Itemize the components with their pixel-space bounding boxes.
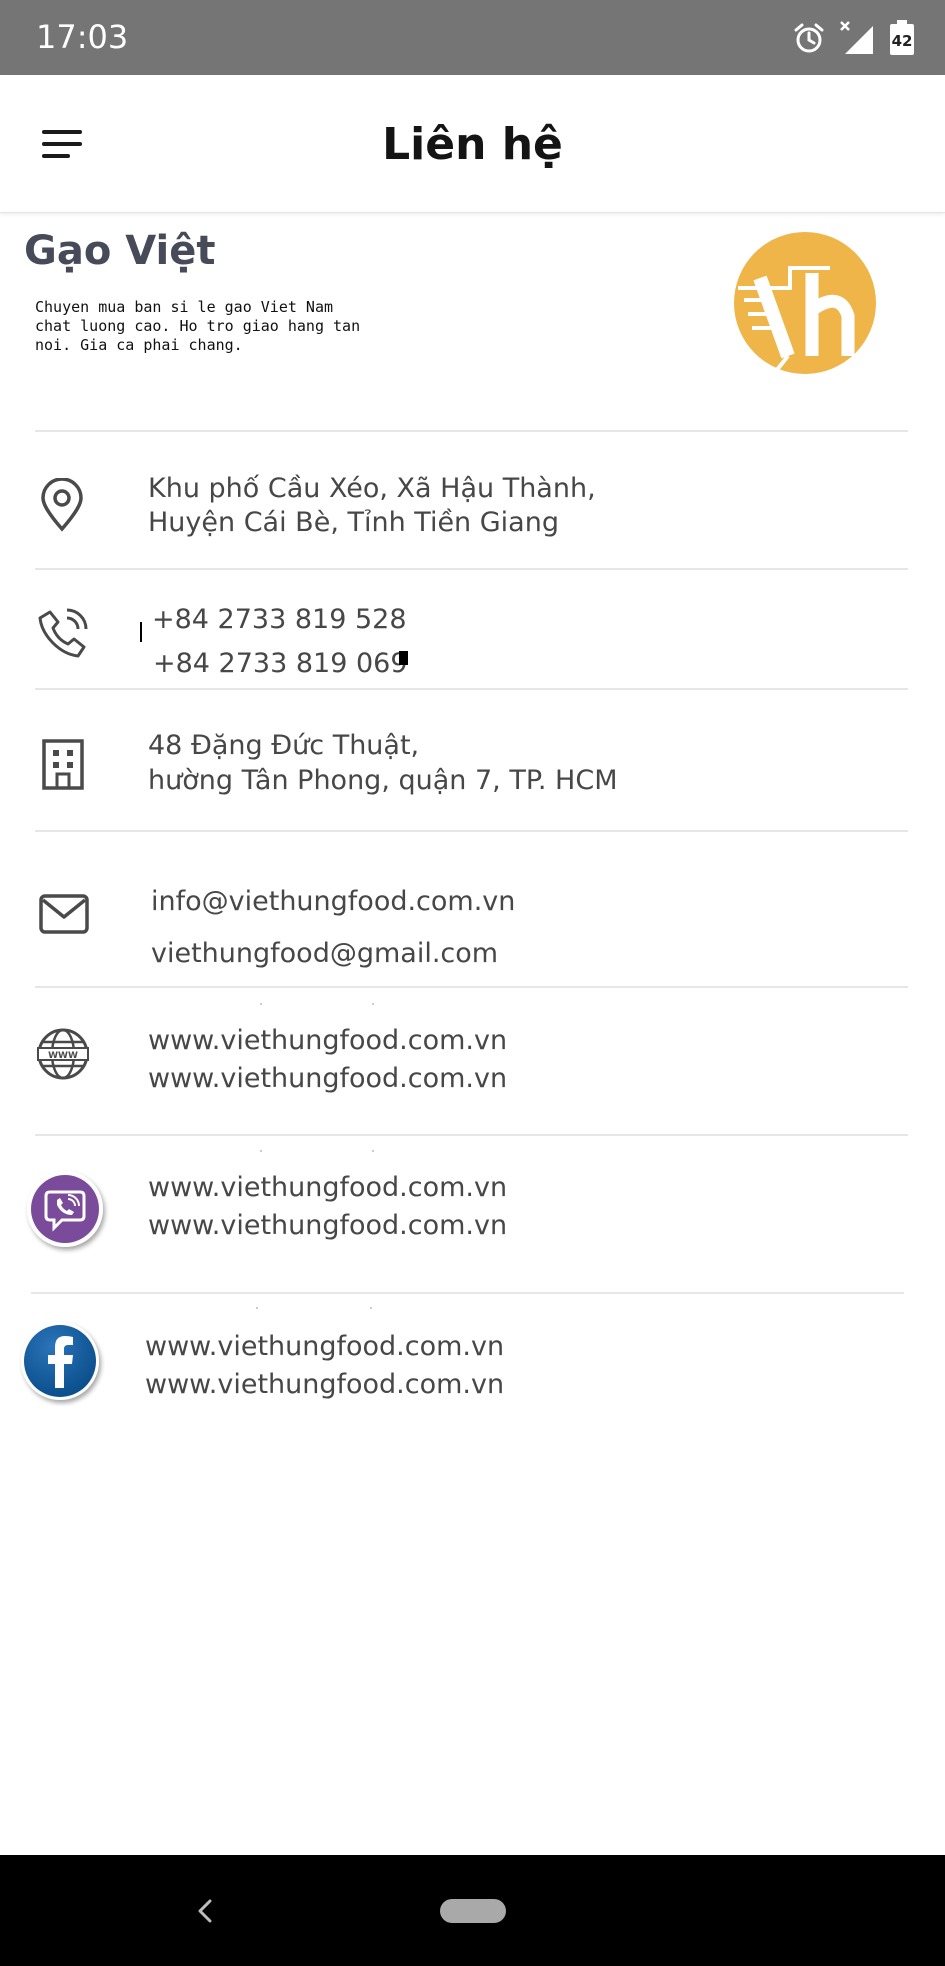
battery-level: 42 (892, 32, 913, 50)
facebook-line-1[interactable]: www.viethungfood.com.vn (145, 1331, 504, 1362)
phone-icon[interactable] (36, 606, 90, 660)
status-bar: 17:03 42 (0, 0, 945, 75)
address-line-1: Khu phố Cầu Xéo, Xã Hậu Thành, (148, 473, 596, 504)
email-line-2[interactable]: viethungfood@gmail.com (151, 938, 498, 969)
battery-icon: 42 (890, 20, 914, 55)
email-line-1[interactable]: info@viethungfood.com.vn (151, 886, 515, 917)
svg-text:WWW: WWW (48, 1051, 78, 1061)
office-line-1: 48 Đặng Đức Thuật, (148, 730, 420, 761)
mail-icon[interactable] (38, 893, 90, 935)
divider (35, 830, 908, 832)
home-pill-icon[interactable] (440, 1899, 506, 1923)
address-line-2: Huyện Cái Bè, Tỉnh Tiền Giang (148, 507, 559, 538)
office-line-2: hường Tân Phong, quận 7, TP. HCM (148, 765, 618, 796)
phone-line-1[interactable]: +84 2733 819 528 (152, 604, 407, 635)
brand-name: Gạo Việt (24, 228, 216, 274)
location-pin-icon (41, 478, 83, 532)
facebook-icon[interactable] (19, 1320, 105, 1406)
phone-line-2[interactable]: +84 2733 819 069 (153, 648, 408, 679)
building-icon (42, 739, 84, 790)
globe-www-icon[interactable]: WWW (36, 1027, 90, 1081)
noise-dot (372, 1003, 374, 1005)
alarm-icon (794, 23, 824, 53)
text-cursor (140, 622, 142, 642)
noise-dot (370, 1307, 372, 1309)
selection-handle (399, 651, 408, 665)
back-chevron-icon[interactable] (190, 1895, 220, 1927)
divider (35, 688, 908, 690)
viber-line-2[interactable]: www.viethungfood.com.vn (148, 1210, 507, 1241)
website-line-1[interactable]: www.viethungfood.com.vn (148, 1025, 507, 1056)
divider (31, 1292, 904, 1294)
noise-dot (256, 1307, 258, 1309)
divider (35, 1134, 908, 1136)
app-bar: Liên hệ (0, 75, 945, 213)
divider (35, 430, 908, 432)
facebook-line-2[interactable]: www.viethungfood.com.vn (145, 1369, 504, 1400)
status-icons: 42 (793, 20, 915, 56)
viber-icon[interactable] (24, 1168, 110, 1254)
divider (35, 986, 908, 988)
page-title: Liên hệ (382, 119, 563, 170)
noise-dot (260, 1150, 262, 1152)
divider (35, 568, 908, 570)
brand-logo (734, 228, 876, 378)
website-line-2[interactable]: www.viethungfood.com.vn (148, 1063, 507, 1094)
signal-icon (840, 21, 873, 54)
status-time: 17:03 (36, 18, 129, 56)
noise-dot (372, 1150, 374, 1152)
noise-dot (260, 1003, 262, 1005)
viber-line-1[interactable]: www.viethungfood.com.vn (148, 1172, 507, 1203)
brand-tagline: Chuyen mua ban si le gao Viet Nam chat l… (35, 298, 361, 354)
